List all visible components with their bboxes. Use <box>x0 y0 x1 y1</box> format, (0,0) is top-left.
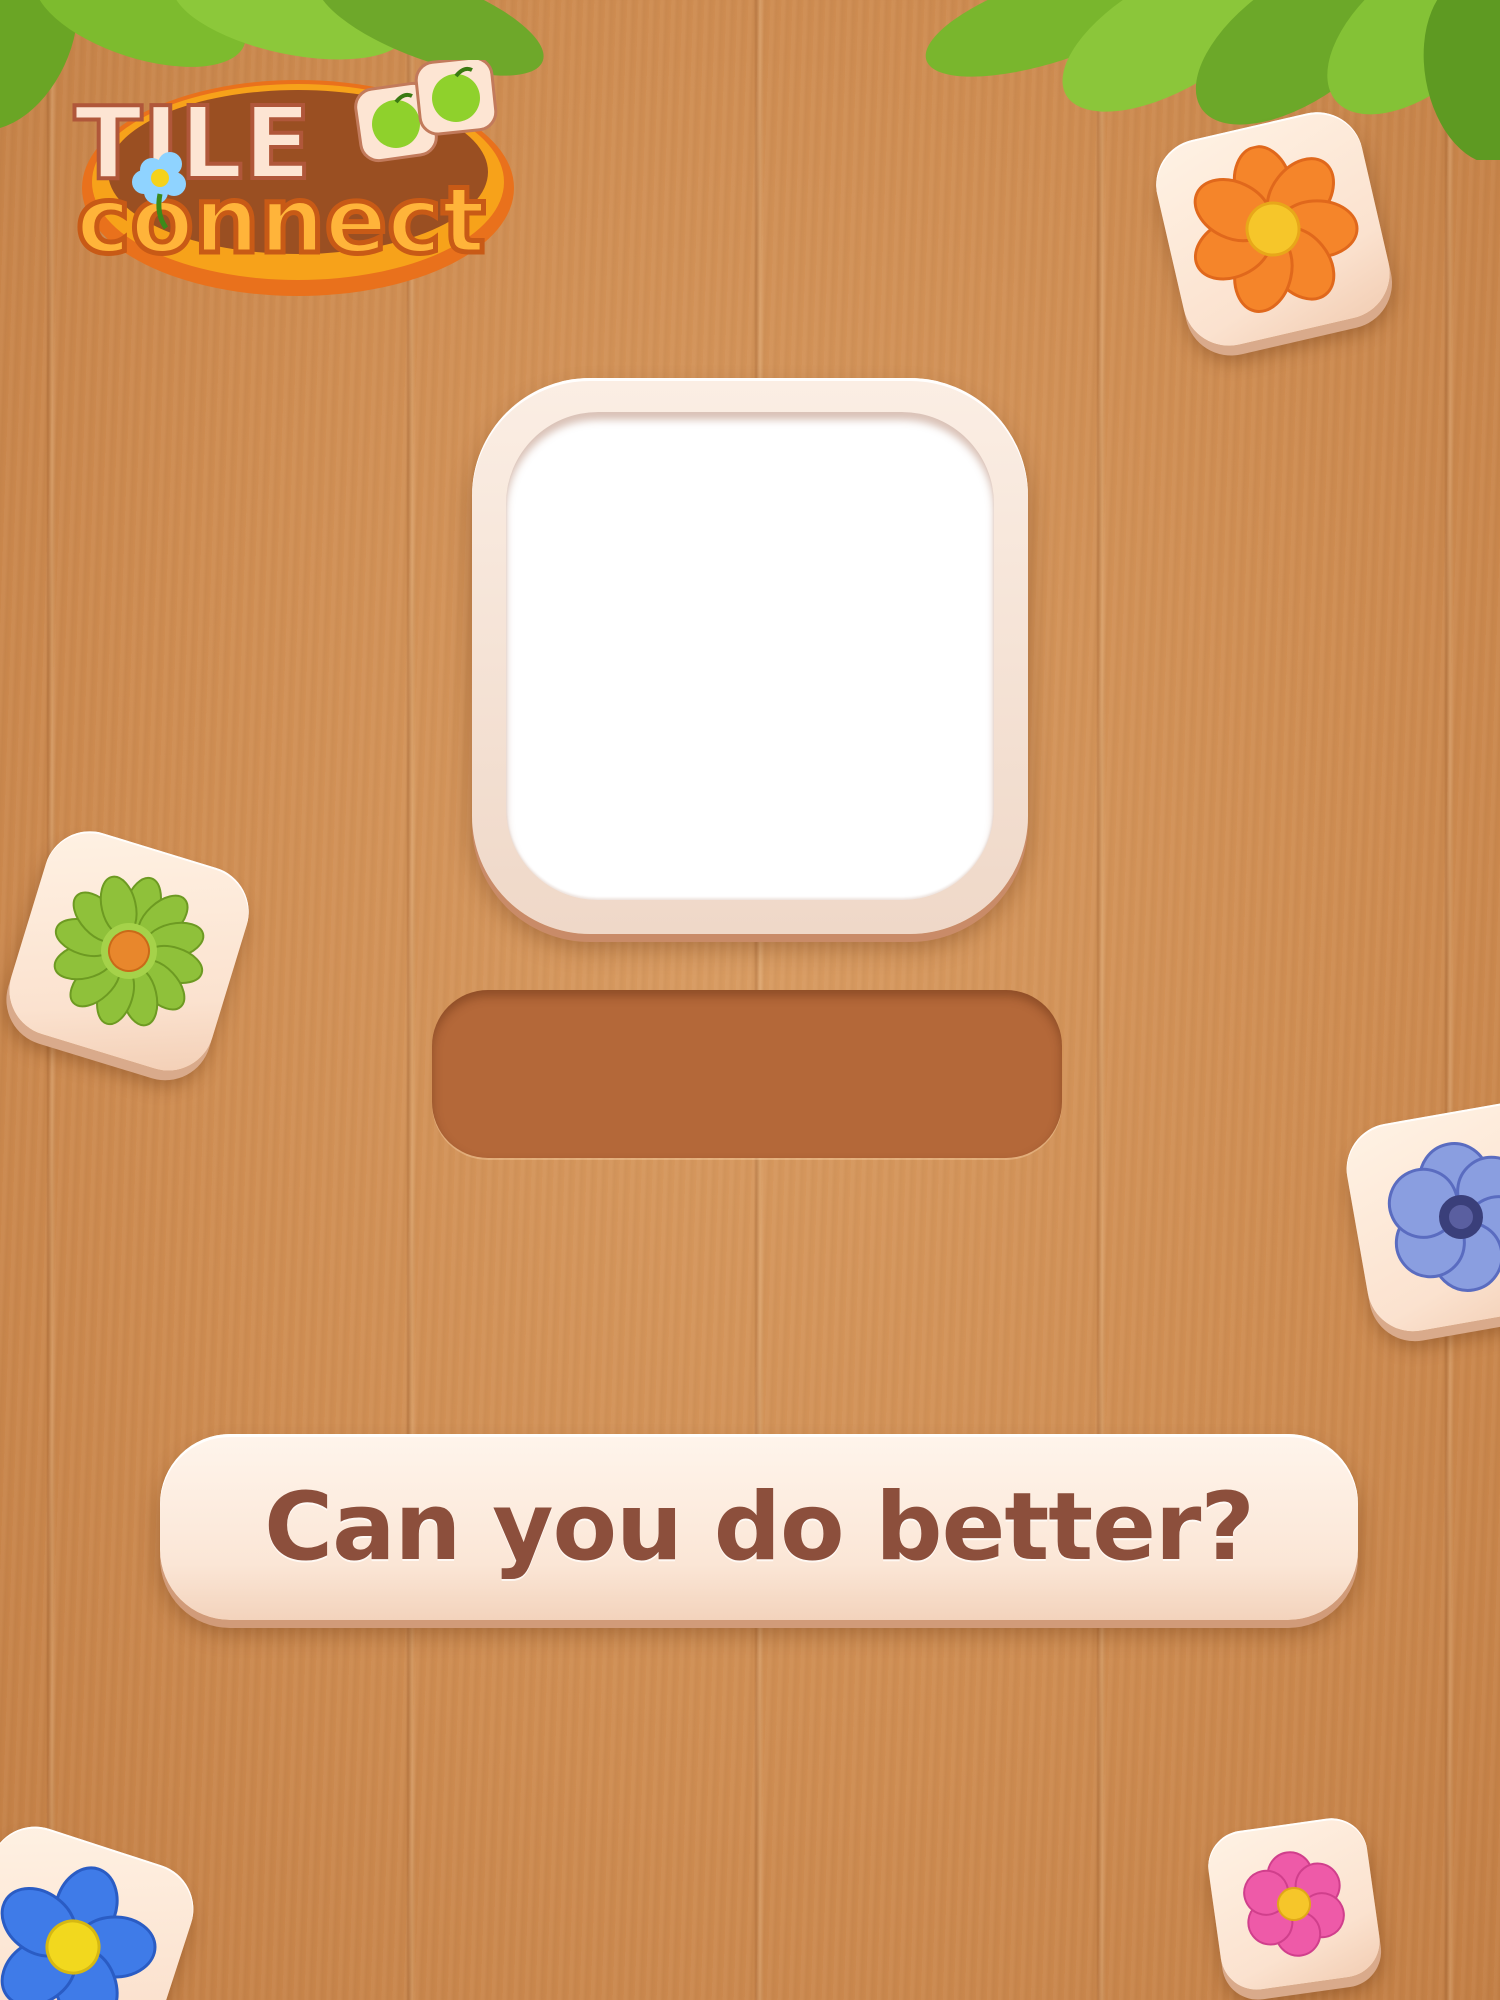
player-name-slot <box>432 990 1062 1158</box>
orange-flower-tile <box>1147 103 1399 355</box>
anemone-flower-icon <box>1387 1142 1500 1292</box>
pink-flower-icon <box>1243 1851 1345 1957</box>
blue-flower-tile <box>0 1814 206 2000</box>
green-flower-icon <box>53 875 205 1027</box>
player-photo <box>506 412 994 900</box>
game-logo: TILE connect <box>70 56 530 305</box>
blue-flower-icon <box>0 1866 157 2000</box>
challenge-banner[interactable]: Can you do better? <box>160 1434 1358 1620</box>
orange-flower-icon <box>1193 145 1359 313</box>
pink-flower-tile <box>1203 1813 1385 1995</box>
anemone-flower-tile <box>1339 1095 1500 1339</box>
green-flower-tile <box>0 819 261 1083</box>
player-photo-frame <box>472 378 1028 934</box>
challenge-text: Can you do better? <box>264 1472 1255 1582</box>
